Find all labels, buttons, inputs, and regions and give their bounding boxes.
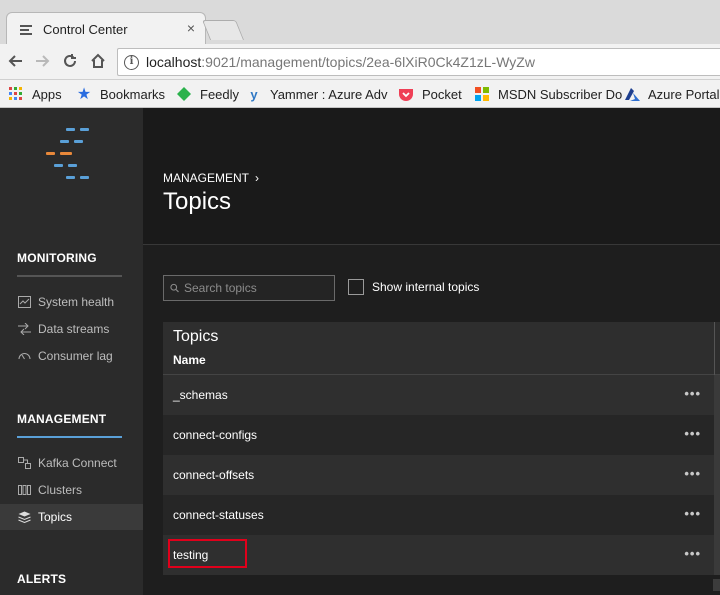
bookmark-label: Yammer : Azure Adv [270,86,388,102]
feedly-icon [176,86,192,102]
sidebar-item-label: System health [38,295,115,309]
table-title: Topics [173,328,219,345]
row-menu-icon[interactable]: ••• [684,546,701,561]
kafka-connect-icon [17,456,31,470]
nav-section-alerts[interactable]: ALERTS [17,572,66,586]
bookmark-apps[interactable]: Apps [8,85,62,103]
bookmark-label: Bookmarks [100,86,166,102]
home-icon[interactable] [88,51,108,71]
sidebar-item-consumer-lag[interactable]: Consumer lag [0,343,143,369]
row-menu-icon[interactable]: ••• [684,426,701,441]
new-tab-button[interactable] [201,20,245,40]
sidebar-item-label: Topics [38,510,73,524]
consumer-lag-icon [17,349,31,363]
bookmark-label: Pocket [422,86,462,102]
table-row[interactable]: connect-statuses ••• [163,495,720,535]
row-scroll-stripe [714,415,720,455]
table-header: Topics Name [163,322,720,375]
forward-arrow-icon[interactable] [32,51,52,71]
search-topics-field[interactable] [163,275,335,301]
bookmark-yammer[interactable]: y Yammer : Azure Adv [246,85,388,103]
site-info-icon[interactable]: i [124,55,139,70]
row-scroll-stripe [714,495,720,535]
tab-close-icon[interactable]: × [187,20,195,36]
table-row[interactable]: _schemas ••• [163,375,720,415]
topic-name[interactable]: connect-statuses [173,508,264,522]
breadcrumb-management[interactable]: MANAGEMENT [163,171,249,185]
back-arrow-icon[interactable] [6,51,26,71]
show-internal-topics-toggle[interactable]: Show internal topics [348,279,479,295]
sidebar-item-label: Clusters [38,483,83,497]
search-input[interactable] [184,281,334,295]
sidebar-item-system-health[interactable]: System health [0,289,143,315]
sidebar-item-label: Consumer lag [38,349,113,363]
bookmark-msdn[interactable]: MSDN Subscriber Do [474,85,622,103]
row-menu-icon[interactable]: ••• [684,466,701,481]
sidebar-item-label: Data streams [38,322,110,336]
apps-grid-icon [8,86,24,102]
bookmark-pocket[interactable]: Pocket [398,85,462,103]
column-header-name[interactable]: Name [173,353,206,367]
bookmark-feedly[interactable]: Feedly [176,85,239,103]
sidebar-item-data-streams[interactable]: Data streams [0,316,143,342]
topics-table: Topics Name _schemas ••• connect-configs… [163,322,720,575]
pocket-icon [398,86,414,102]
horizontal-scrollbar[interactable] [713,579,720,591]
bookmark-label: Azure Portal [648,86,720,102]
row-scroll-stripe [714,375,720,415]
yammer-icon: y [250,86,258,102]
breadcrumb[interactable]: MANAGEMENT › [163,171,259,185]
reload-icon[interactable] [60,51,80,71]
browser-tab[interactable]: Control Center × [6,12,206,44]
main-content: MANAGEMENT › Topics Show internal topics… [143,108,720,595]
topic-name[interactable]: connect-offsets [173,468,254,482]
sidebar: MONITORING System health Data streams Co… [0,108,143,595]
control-center-logo [46,128,89,179]
bookmarks-bar: Apps ★ Bookmarks Feedly y Yammer : Azure… [0,80,720,108]
topic-name[interactable]: connect-configs [173,428,257,442]
sidebar-item-kafka-connect[interactable]: Kafka Connect [0,450,143,476]
show-internal-topics-label: Show internal topics [372,280,480,294]
star-icon: ★ [76,86,92,103]
url-text: localhost:9021/management/topics/2ea-6lX… [146,54,535,70]
azure-icon [624,86,640,102]
table-row[interactable]: testing ••• [163,535,720,575]
sidebar-item-label: Kafka Connect [38,456,117,470]
bookmark-bookmarks[interactable]: ★ Bookmarks [76,85,165,103]
bookmark-label: Apps [32,86,62,102]
chevron-right-icon: › [255,171,260,185]
show-internal-topics-checkbox[interactable] [348,279,364,295]
row-scroll-stripe [714,535,720,575]
clusters-icon [17,483,31,497]
bookmark-azure-portal[interactable]: Azure Portal [624,85,720,103]
bookmark-label: MSDN Subscriber Do [498,86,623,102]
row-scroll-stripe [714,455,720,495]
nav-section-management: MANAGEMENT [17,412,107,426]
nav-section-monitoring: MONITORING [17,251,97,265]
data-streams-icon [17,322,31,336]
control-center-favicon-icon [20,25,32,35]
table-row[interactable]: connect-configs ••• [163,415,720,455]
page-title: Topics [163,188,232,215]
topics-icon [17,510,31,524]
header-divider [714,322,715,375]
bookmark-label: Feedly [200,86,240,102]
system-health-icon [17,295,31,309]
search-icon [170,283,179,293]
row-menu-icon[interactable]: ••• [684,506,701,521]
topic-name[interactable]: _schemas [173,388,228,402]
browser-tabstrip: Control Center × [0,0,720,44]
windows-logo-icon [474,86,490,102]
browser-toolbar: i localhost:9021/management/topics/2ea-6… [0,44,720,80]
sidebar-item-topics[interactable]: Topics [0,504,143,530]
page-header: MANAGEMENT › Topics [143,108,720,245]
row-menu-icon[interactable]: ••• [684,386,701,401]
tab-title: Control Center [43,22,128,37]
topic-name[interactable]: testing [173,548,208,562]
nav-divider-active [17,436,122,438]
table-row[interactable]: connect-offsets ••• [163,455,720,495]
sidebar-item-clusters[interactable]: Clusters [0,477,143,503]
nav-divider [17,275,122,277]
address-bar[interactable]: i localhost:9021/management/topics/2ea-6… [117,48,720,76]
